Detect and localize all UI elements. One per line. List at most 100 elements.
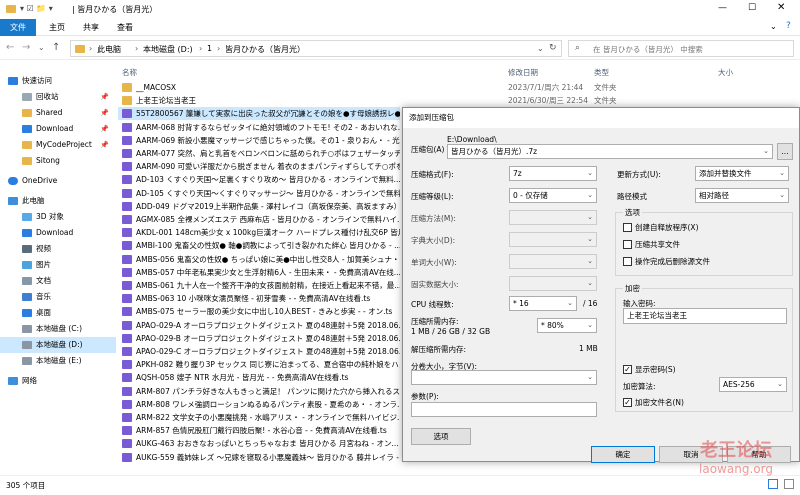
column-header-type[interactable]: 类型 [594, 67, 609, 78]
level-select[interactable]: 0 - 仅存储 ⌄ [509, 188, 597, 203]
file-row[interactable]: AUKG-463 おおきなおっぱいとちっちゃなおま 皆月ひかる 月宮ねね - オ… [118, 437, 400, 450]
file-row[interactable]: AMBS-057 中年老私果実少女と生浮射精6人 - 生田未来・ - 免費高清A… [118, 266, 400, 279]
dict-select[interactable]: ⌄ [509, 232, 597, 247]
sidebar-item-quick-access[interactable]: 快速访问 [0, 73, 116, 89]
sidebar-item-shared[interactable]: Shared 📌 [0, 105, 116, 121]
file-row[interactable]: AARM-077 突然、肩と乳首をベロンベロンに舐められチ○ポはフェザータッチ.… [118, 147, 400, 160]
sfx-checkbox[interactable]: 创建自释放程序(X) [623, 222, 699, 233]
quick-access-toolbar[interactable]: ▾ ☑ 📁 ▾ [20, 4, 53, 13]
tab-share[interactable]: 共享 [76, 19, 106, 36]
tab-file[interactable]: 文件 [0, 19, 36, 36]
sidebar-item-download-quick[interactable]: Download 📌 [0, 121, 116, 137]
forward-icon[interactable]: → [22, 42, 30, 53]
file-row[interactable]: AD-103 くすぐり天国～足裏くすぐり攻め～ 皆月ひかる - オンラインで無料… [118, 173, 400, 186]
browse-button[interactable]: ... [777, 143, 793, 160]
back-icon[interactable]: ← [6, 42, 14, 53]
sidebar-item-download[interactable]: Download [0, 225, 116, 241]
file-row[interactable]: AARM-069 新設小悪魔マッサージで感じちゃった僕。その1 - 泉りおん・ … [118, 134, 400, 147]
address-bar[interactable]: › 此电脑 › 本地磁盘 (D:) › 1 › 皆月ひかる（皆月光） ⌄ ↻ [70, 40, 562, 57]
sidebar-item-disk-e[interactable]: 本地磁盘 (E:) [0, 353, 116, 369]
sidebar-item-3d-objects[interactable]: 3D 对象 [0, 209, 116, 225]
file-row[interactable]: AMBS-061 九十人在一个整齐干净的女孩面前射精，在接近上看起来不错，最..… [118, 279, 400, 292]
file-row[interactable]: ADD-049 ドグマ2019上半期作品集 - 澤村レイコ（高坂保奈美、高坂ます… [118, 200, 400, 213]
encryption-method-select[interactable]: AES-256 ⌄ [719, 377, 787, 392]
search-box[interactable]: ⌕ 在 皆月ひかる（皆月光） 中搜索 [568, 40, 794, 57]
file-row[interactable]: APAO-029-A オーロラプロジェクトダイジェスト 夏の48連射＋5発 20… [118, 319, 400, 332]
sidebar-item-desktop[interactable]: 桌面 [0, 305, 116, 321]
file-row[interactable]: APKH-082 難り握り3P セックス 同じ寮に泊まってる、夏合宿中の純朴娘を… [118, 358, 400, 371]
sidebar-item-videos[interactable]: 视频 [0, 241, 116, 257]
params-input[interactable] [411, 402, 597, 417]
sidebar-item-onedrive[interactable]: OneDrive [0, 173, 116, 189]
sidebar-item-documents[interactable]: 文档 [0, 273, 116, 289]
sidebar-item-recycle-bin[interactable]: 回收站 📌 [0, 89, 116, 105]
close-button[interactable]: ✕ [777, 2, 785, 13]
file-row[interactable]: AMBI-100 鬼畜父の性奴● 軸●調教によって引き裂かれた絆心 皆月ひかる … [118, 239, 400, 252]
column-header-date[interactable]: 修改日期 [508, 67, 538, 78]
cpu-threads-select[interactable]: * 16 ⌄ [509, 296, 577, 311]
file-row[interactable]: AARM-068 肘背するならゼッタイに絶対領域のフトモモ! その2 - あおい… [118, 121, 400, 134]
address-dropdown-icon[interactable]: ⌄ [537, 44, 544, 53]
recent-chevron-icon[interactable]: ⌄ [38, 43, 45, 52]
ribbon-expand-icon[interactable]: ⌄ [770, 22, 777, 31]
file-row[interactable]: __MACOSX [118, 81, 400, 94]
column-header-size[interactable]: 大小 [718, 67, 733, 78]
file-row[interactable]: 上老王论坛当老王 [118, 94, 400, 107]
split-volume-combobox[interactable]: ⌄ [411, 370, 597, 385]
file-row[interactable]: ARM-822 文学女子の小悪魔挑発 - 水嶋アリス・ - オンラインで無料ハイ… [118, 411, 400, 424]
sidebar-item-sitong[interactable]: Sitong [0, 153, 116, 169]
file-row[interactable]: ARM-808 ワレメ強調ローションぬるぬるパンティ素股 - 夏希のあ・ - オ… [118, 398, 400, 411]
up-icon[interactable]: ↑ [52, 42, 60, 53]
path-mode-select[interactable]: 相对路径 ⌄ [695, 188, 789, 203]
password-input[interactable]: 上老王论坛当老王 [623, 308, 787, 324]
delete-source-checkbox[interactable]: 操作完成后删除源文件 [623, 256, 710, 267]
file-row[interactable]: AMBS-063 10 小咪咪女濡员聚怪 - 初芽雪奏 - - 免費高清AV在线… [118, 292, 400, 305]
archive-name-combobox[interactable]: 皆月ひかる（皆月光）.7z ⌄ [447, 144, 773, 159]
file-row[interactable]: 55T2800567 簾嫌して実家に出戻った叔父が冗謙とその娘を●す母娘誘拐レ●… [118, 107, 400, 121]
drive-icon [22, 357, 32, 365]
solid-select[interactable]: ⌄ [509, 276, 597, 291]
file-row[interactable]: AMBS-056 鬼畜父の性奴● ちっぱい娘に美●中出し性交8人 - 加賀美シュ… [118, 253, 400, 266]
breadcrumb-1[interactable]: 1 [207, 44, 212, 53]
method-select[interactable]: ⌄ [509, 210, 597, 225]
breadcrumb-this-pc[interactable]: 此电脑 [97, 44, 121, 55]
refresh-icon[interactable]: ↻ [549, 43, 557, 53]
encrypt-filenames-checkbox[interactable]: ✓ 加密文件名(N) [623, 397, 684, 408]
file-row[interactable]: ARM-807 パンチラ好きな人もきっと満足！ パンツに関けた穴から挿入れるスケ… [118, 385, 400, 398]
file-row[interactable]: ARM-857 色情尻股肛门戴行四肢后聚! - 水谷心音 - - 免費高清AV在… [118, 424, 400, 437]
breadcrumb-disk-d[interactable]: 本地磁盘 (D:) [143, 44, 193, 55]
word-select[interactable]: ⌄ [509, 254, 597, 269]
options-button[interactable]: 选项 [411, 428, 471, 445]
tab-view[interactable]: 查看 [110, 19, 140, 36]
sidebar-item-music[interactable]: 音乐 [0, 289, 116, 305]
column-header-name[interactable]: 名称 [122, 67, 137, 78]
sidebar-item-disk-c[interactable]: 本地磁盘 (C:) [0, 321, 116, 337]
breadcrumb-folder[interactable]: 皆月ひかる（皆月光） [225, 44, 305, 55]
ok-button[interactable]: 确定 [591, 446, 655, 463]
file-row[interactable]: AARM-090 可愛い洋服だから脱ぎません 着衣のままパンティずらしてチ○ポを… [118, 160, 400, 173]
sidebar-item-mycodeproject[interactable]: MyCodeProject 📌 [0, 137, 116, 153]
show-password-checkbox[interactable]: ✓ 显示密码(S) [623, 364, 676, 375]
memory-usage-select[interactable]: * 80% ⌄ [537, 318, 597, 333]
sidebar-item-disk-d[interactable]: 本地磁盘 (D:) [0, 337, 116, 353]
file-row[interactable]: AKDL-001 148cm美少女 x 100kg巨漢オーク ハードプレス種付け… [118, 226, 400, 239]
file-row[interactable]: APAO-029-B オーロラプロジェクトダイジェスト 夏の48連射＋5発 20… [118, 332, 400, 345]
sidebar-item-pictures[interactable]: 图片 [0, 257, 116, 273]
minimize-button[interactable]: — [718, 3, 727, 13]
file-row[interactable]: AMBS-075 セーラー服の美少女に中出し10人BEST - きみと歩実 - … [118, 305, 400, 318]
file-row[interactable]: APAO-029-C オーロラプロジェクトダイジェスト 夏の48連射＋5発 20… [118, 345, 400, 358]
format-select[interactable]: 7z ⌄ [509, 166, 597, 181]
file-row[interactable]: AQSH-058 嫂子 NTR 水月光 - 皆月光 - - 免费高清AV在线看.… [118, 371, 400, 384]
search-input[interactable]: 在 皆月ひかる（皆月光） 中搜索 [593, 44, 703, 55]
file-row[interactable]: AUKG-559 義姉妹レズ ～兄嫁を寝取る小悪魔義妹～ 皆月ひかる 藤井レイラ… [118, 451, 400, 464]
file-row[interactable]: AGMX-085 全裸メンズエステ 西麻布店 - 皆月ひかる - オンラインで無… [118, 213, 400, 226]
file-name: AMBS-061 九十人在一个整齐干净的女孩面前射精，在接近上看起来不错，最..… [136, 281, 400, 290]
shared-files-checkbox[interactable]: 压缩共享文件 [623, 239, 680, 250]
tab-home[interactable]: 主页 [42, 19, 72, 36]
file-row[interactable]: AD-105 くすぐり天国～くすぐりマッサージ～ 皆月ひかる - オンラインで無… [118, 187, 400, 200]
update-mode-select[interactable]: 添加并替换文件 ⌄ [695, 166, 789, 181]
sidebar-item-network[interactable]: 网络 [0, 373, 116, 389]
maximize-button[interactable]: ☐ [748, 3, 756, 13]
help-icon[interactable]: ? [786, 21, 791, 31]
sidebar-item-this-pc[interactable]: 此电脑 [0, 193, 116, 209]
